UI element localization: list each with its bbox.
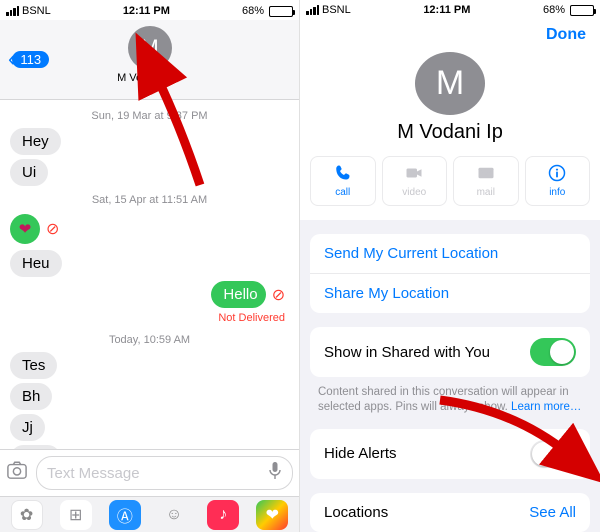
dock-appstore-icon[interactable]: Ⓐ <box>109 500 141 530</box>
carrier-label: BSNL <box>322 4 351 16</box>
action-call-button[interactable]: call <box>310 156 376 206</box>
shared-toggle[interactable] <box>530 338 576 366</box>
camera-icon[interactable] <box>6 460 28 486</box>
status-bar: BSNL 12:11 PM 68% <box>0 0 299 20</box>
location-action[interactable]: Send My Current Location <box>310 234 590 273</box>
contact-actions: callvideomailinfo <box>300 156 600 220</box>
message-bubble-incoming[interactable]: Heu <box>10 250 62 277</box>
action-mail-button: mail <box>453 156 519 206</box>
message-input[interactable]: Text Message <box>36 456 293 490</box>
placeholder: Text Message <box>47 465 140 482</box>
status-time: 12:11 PM <box>351 4 543 16</box>
contact-details-screen: BSNL 12:11 PM 68% Done M M Vodani Ip cal… <box>300 0 600 532</box>
contact-settings: Send My Current LocationShare My Locatio… <box>300 220 600 532</box>
location-action[interactable]: Share My Location <box>310 273 590 313</box>
locations-label: Locations <box>324 504 388 521</box>
battery-pct: 68% <box>543 4 565 16</box>
unread-badge: 113 <box>12 51 49 68</box>
shared-hint: Content shared in this conversation will… <box>300 377 600 415</box>
timestamp: Sun, 19 Mar at 9:37 PM <box>10 110 289 122</box>
shared-label: Show in Shared with You <box>324 344 490 361</box>
dock-music-icon[interactable]: ♪ <box>207 500 239 530</box>
learn-more-link[interactable]: Learn more… <box>511 401 581 413</box>
shared-with-you-group: Show in Shared with You <box>310 327 590 377</box>
message-bubble-incoming[interactable]: Ui <box>10 159 48 186</box>
timestamp: Today, 10:59 AM <box>10 334 289 346</box>
action-info-button[interactable]: info <box>525 156 591 206</box>
message-bubble-incoming[interactable]: Jj <box>10 414 45 441</box>
action-video-button: video <box>382 156 448 206</box>
info-icon <box>548 164 566 185</box>
locations-group: Locations See All <box>310 493 590 532</box>
video-icon <box>405 164 423 185</box>
signal-icon <box>306 5 319 15</box>
carrier-label: BSNL <box>22 5 51 17</box>
message-bubble-incoming[interactable]: Tes <box>10 352 57 379</box>
error-icon[interactable]: ⊘ <box>46 219 59 239</box>
message-bubble-incoming[interactable]: Hey <box>10 128 61 155</box>
contact-name[interactable]: M Vodani Ip <box>8 72 291 84</box>
message-bubble-incoming[interactable]: Bh <box>10 383 52 410</box>
hide-alerts-toggle[interactable] <box>530 440 576 468</box>
hide-alerts-row: Hide Alerts <box>310 429 590 479</box>
timestamp: Sat, 15 Apr at 11:51 AM <box>10 194 289 206</box>
show-in-shared-row: Show in Shared with You <box>310 327 590 377</box>
heart-sticker-icon: ❤ <box>10 214 40 244</box>
message-list: Sun, 19 Mar at 9:37 PM Hey Ui Sat, 15 Apr a… <box>0 100 299 449</box>
dock-digital-touch-icon[interactable]: ❤ <box>256 500 288 530</box>
mic-icon[interactable] <box>268 462 282 484</box>
hide-alerts-group: Hide Alerts <box>310 429 590 479</box>
contact-name-large: M Vodani Ip <box>300 121 600 144</box>
sticker-message[interactable]: ❤⊘ <box>10 214 59 244</box>
done-button[interactable]: Done <box>546 26 586 44</box>
battery-icon <box>269 6 293 17</box>
message-input-bar: Text Message <box>0 449 299 496</box>
see-all-link[interactable]: See All <box>529 504 576 521</box>
back-button[interactable]: ‹ 113 <box>8 48 49 70</box>
contact-avatar[interactable]: M <box>128 26 172 70</box>
status-bar: BSNL 12:11 PM 68% <box>300 0 600 18</box>
hide-alerts-label: Hide Alerts <box>324 445 397 462</box>
app-dock: ✿ ⊞ Ⓐ ☺ ♪ ❤ <box>0 496 299 532</box>
contact-avatar-large: M <box>415 52 485 115</box>
signal-icon <box>6 6 19 16</box>
delivery-status: Not Delivered <box>218 312 285 324</box>
status-time: 12:11 PM <box>51 5 242 17</box>
location-group: Send My Current LocationShare My Locatio… <box>310 234 590 313</box>
message-bubble-outgoing[interactable]: Hello⊘ <box>211 279 289 310</box>
battery-icon <box>570 5 594 16</box>
error-icon[interactable]: ⊘ <box>272 285 285 305</box>
locations-row[interactable]: Locations See All <box>310 493 590 532</box>
messages-screen: BSNL 12:11 PM 68% ‹ 113 M M Vodani Ip Su… <box>0 0 300 532</box>
dock-store-grid-icon[interactable]: ⊞ <box>60 500 92 530</box>
sheet-header: Done <box>300 18 600 52</box>
mail-icon <box>477 164 495 185</box>
dock-memoji-icon[interactable]: ☺ <box>158 500 190 530</box>
conversation-header: ‹ 113 M M Vodani Ip <box>0 20 299 100</box>
battery-pct: 68% <box>242 5 264 17</box>
call-icon <box>334 164 352 185</box>
dock-photos-icon[interactable]: ✿ <box>11 500 43 530</box>
